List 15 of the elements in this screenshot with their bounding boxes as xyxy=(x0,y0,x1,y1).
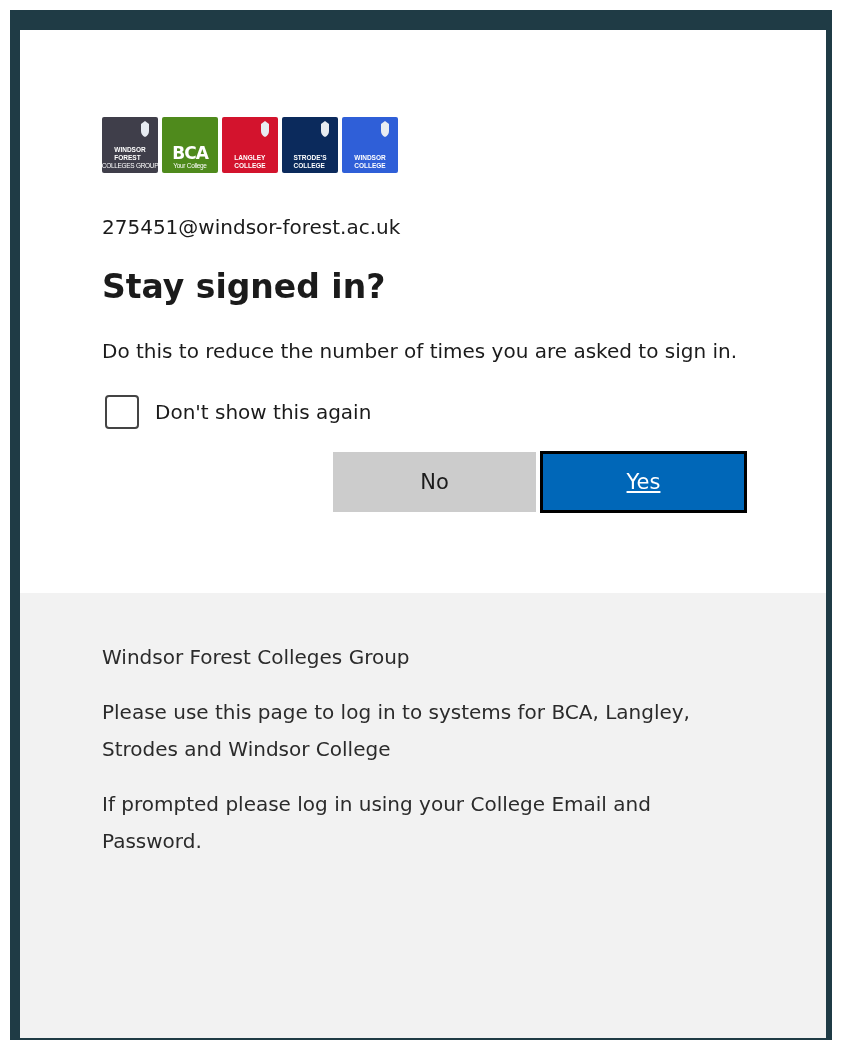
crest-icon xyxy=(140,121,150,137)
description-text: Do this to reduce the number of times you are asked to sign in. xyxy=(102,338,739,365)
checkbox-label[interactable]: Don't show this again xyxy=(155,400,372,424)
footer-text: Please use this page to log in to systems for BCA, Langley, Strodes and Windsor College xyxy=(102,699,691,763)
footer-heading: Windsor Forest Colleges Group xyxy=(102,644,411,671)
footer-text: If prompted please log in using your College Email and Password. xyxy=(102,791,652,855)
yes-button[interactable]: Yes xyxy=(540,451,747,513)
crest-icon xyxy=(260,121,270,137)
crest-icon xyxy=(320,121,330,137)
checkbox[interactable] xyxy=(105,395,139,429)
account-email: 275451@windsor-forest.ac.uk xyxy=(102,215,402,239)
dialog-title: Stay signed in? xyxy=(102,266,387,308)
no-button[interactable]: No xyxy=(333,452,536,512)
crest-icon xyxy=(380,121,390,137)
logo-text: BCA xyxy=(172,144,208,162)
